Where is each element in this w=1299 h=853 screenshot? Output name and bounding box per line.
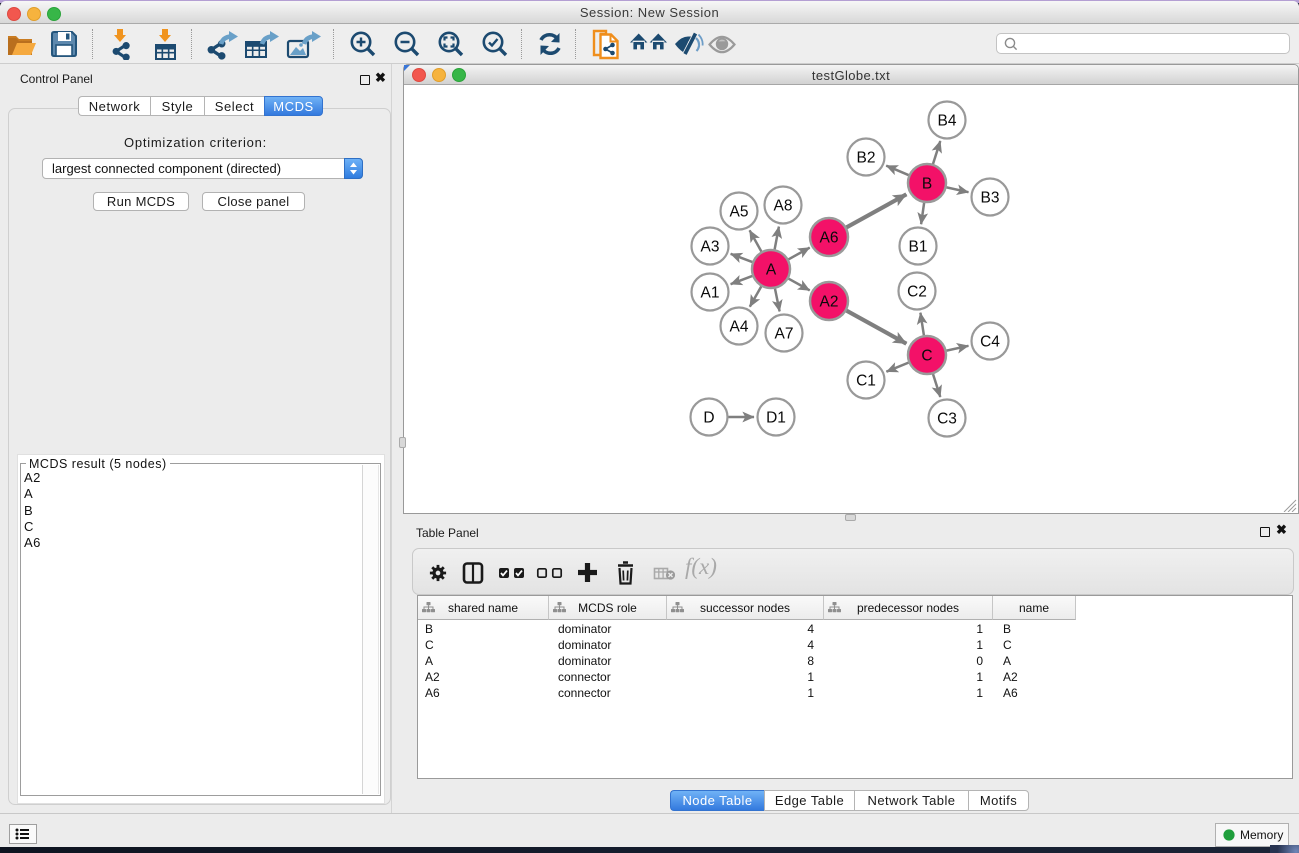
svg-text:C: C [921, 348, 932, 365]
svg-text:A6: A6 [820, 230, 839, 247]
svg-text:B1: B1 [909, 239, 928, 256]
svg-text:A1: A1 [701, 285, 720, 302]
svg-text:D1: D1 [766, 410, 786, 427]
svg-text:C1: C1 [856, 373, 876, 390]
svg-text:C4: C4 [980, 334, 1000, 351]
svg-text:C2: C2 [907, 284, 927, 301]
svg-text:A4: A4 [730, 319, 749, 336]
svg-text:A2: A2 [820, 294, 839, 311]
svg-text:A: A [766, 262, 777, 279]
svg-text:B2: B2 [857, 150, 876, 167]
svg-text:C3: C3 [937, 411, 957, 428]
svg-text:D: D [703, 410, 714, 427]
svg-text:A7: A7 [775, 326, 794, 343]
svg-text:A5: A5 [730, 204, 749, 221]
svg-text:A8: A8 [774, 198, 793, 215]
svg-text:A3: A3 [701, 239, 720, 256]
svg-text:B: B [922, 176, 932, 193]
svg-text:B4: B4 [938, 113, 957, 130]
svg-text:B3: B3 [981, 190, 1000, 207]
